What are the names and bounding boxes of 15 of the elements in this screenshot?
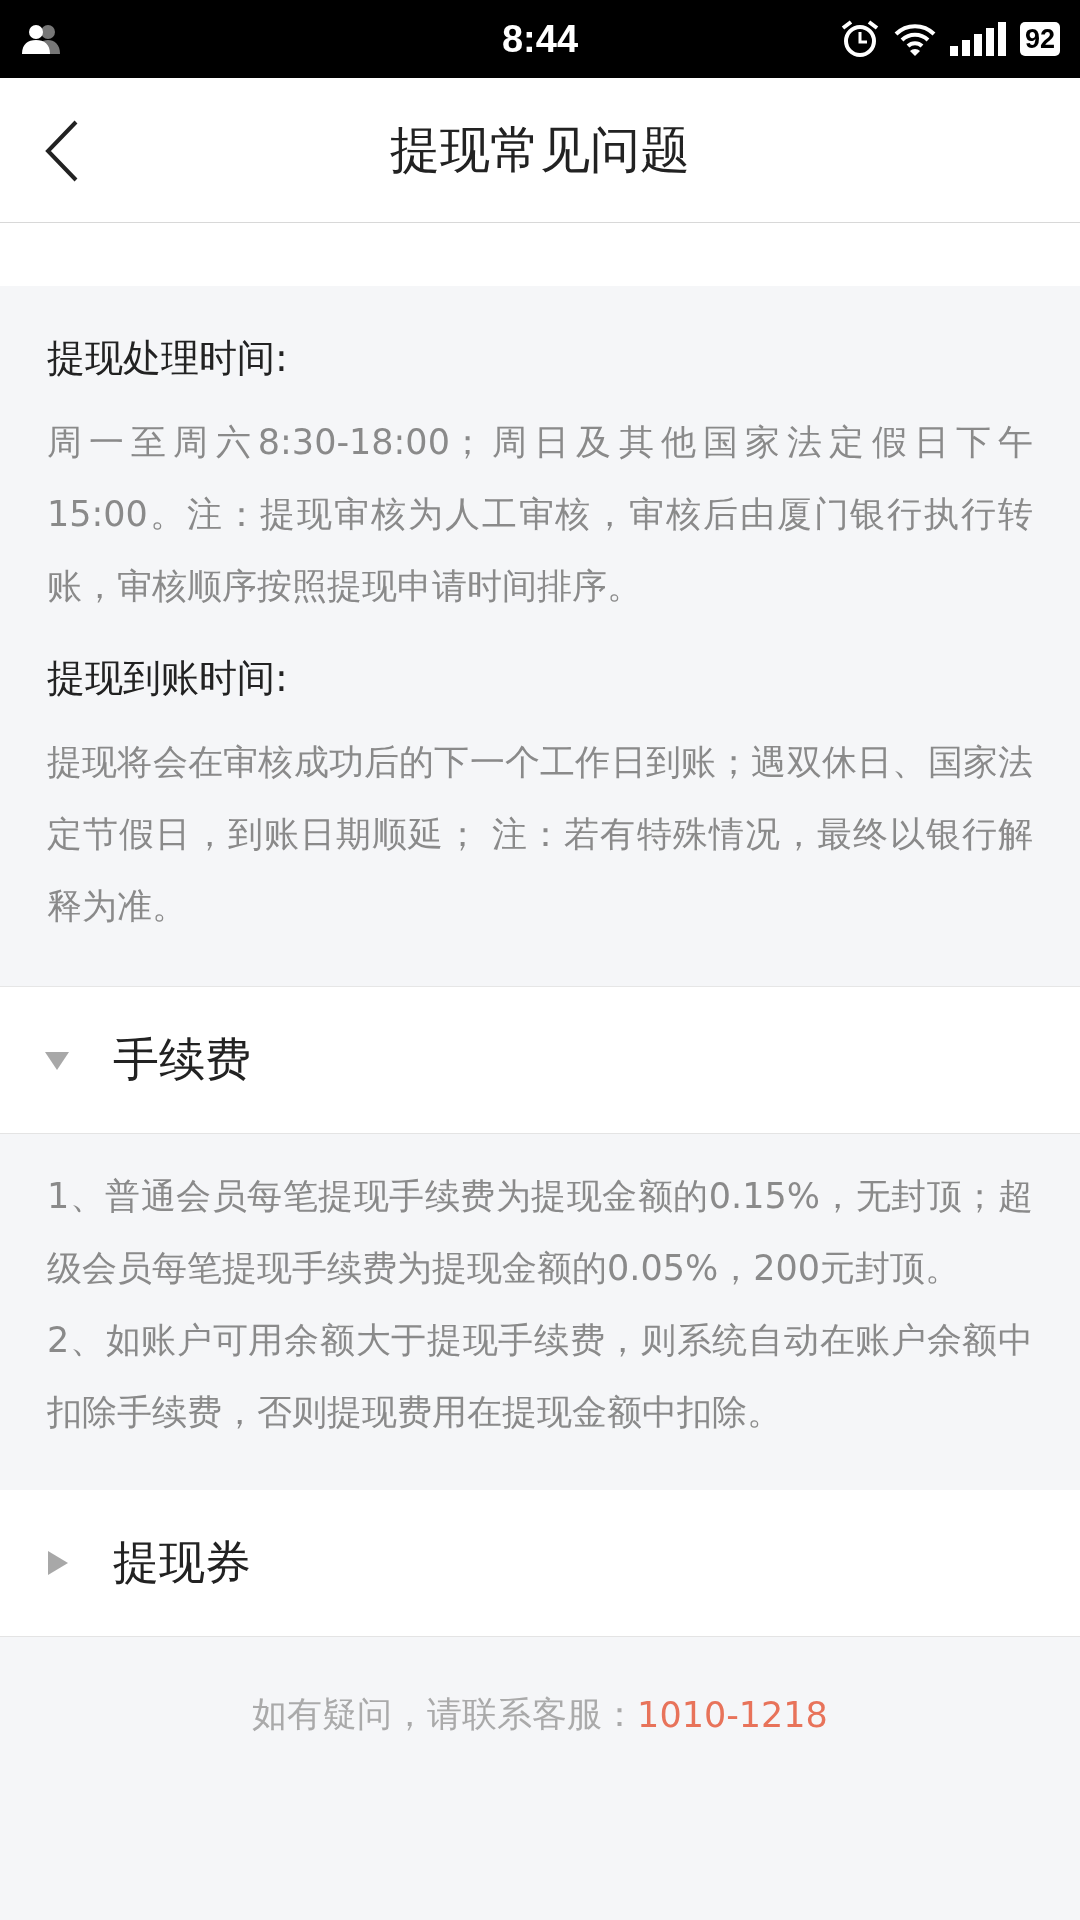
faq-item[interactable]: 手续费 (0, 987, 1080, 1134)
battery-level: 92 (1019, 22, 1060, 56)
alarm-clock-icon (839, 19, 880, 59)
answer-text: 提现将会在审核成功后的下一个工作日到账；遇双休日、国家法定节假日，到账日期顺延； 注：若有特殊情况，最终以银行解释为准。 (47, 741, 1033, 928)
contact-text: 如有疑问，请联系客服： (252, 1693, 638, 1736)
faq-item[interactable]: 提现券 (0, 1490, 1080, 1637)
section-heading: 提现处理时间: (47, 335, 289, 382)
answer-text: 1、普通会员每笔提现手续费为提现金额的0.15%，无封顶；超级会员每笔提现手续费为提现金额的0.05%，200元封顶。 (47, 1175, 1033, 1290)
wifi-icon (893, 22, 936, 56)
signal-icon (949, 22, 1006, 56)
section-heading: 提现到账时间: (47, 655, 289, 702)
answer-text: 2、如账户可用余额大于提现手续费，则系统自动在账户余额中扣除手续费，否则提现费用在提现金额中扣除。 (47, 1319, 1033, 1434)
status-time: 8:44 (501, 17, 579, 61)
answer-text: 周一至周六8:30-18:00；周日及其他国家法定假日下午15:00。注：提现审核为人工审核，审核后由厦门银行执行转账，审核顺序按照提现申请时间排序。 (47, 421, 1033, 608)
page-title: 提现常见问题 (390, 119, 690, 181)
